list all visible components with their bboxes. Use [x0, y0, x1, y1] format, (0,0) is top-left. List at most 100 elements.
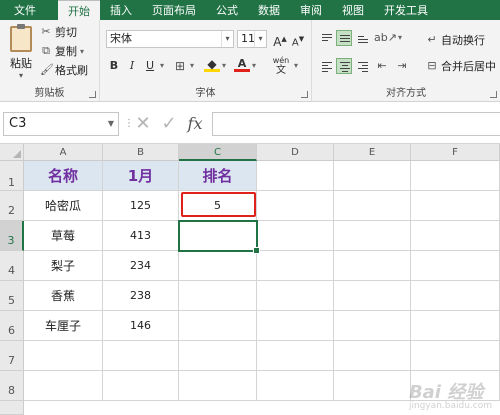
table-cell-january[interactable]: 234 — [103, 251, 179, 281]
enter-icon[interactable]: ✓ — [158, 112, 180, 136]
empty-cell[interactable] — [411, 311, 500, 341]
row-header-4[interactable]: 4 — [0, 251, 24, 281]
select-all-button[interactable] — [0, 144, 24, 161]
align-top-button[interactable] — [318, 30, 334, 46]
copy-button[interactable]: ⧉ 复制 ▾ — [40, 43, 84, 59]
empty-cell[interactable] — [411, 251, 500, 281]
table-cell-name[interactable]: 梨子 — [24, 251, 103, 281]
empty-cell[interactable] — [334, 161, 411, 191]
empty-cell[interactable] — [24, 341, 103, 371]
table-cell-rank[interactable] — [179, 281, 257, 311]
clipboard-launcher-icon[interactable] — [89, 91, 96, 98]
column-header-d[interactable]: D — [257, 144, 334, 161]
table-cell-name[interactable]: 草莓 — [24, 221, 103, 251]
tab-formulas[interactable]: 公式 — [206, 0, 248, 20]
font-launcher-icon[interactable] — [301, 91, 308, 98]
tab-file[interactable]: 文件 — [0, 0, 50, 20]
column-header-b[interactable]: B — [103, 144, 179, 161]
empty-cell[interactable] — [257, 371, 334, 401]
alignment-launcher-icon[interactable] — [490, 91, 497, 98]
tab-insert[interactable]: 插入 — [100, 0, 142, 20]
borders-icon[interactable]: ⊞ — [172, 58, 188, 74]
orientation-icon[interactable]: ab↗ — [374, 30, 397, 46]
grow-font-button[interactable]: A▲ — [272, 31, 288, 49]
empty-cell[interactable] — [334, 311, 411, 341]
empty-cell[interactable] — [334, 371, 411, 401]
tab-home[interactable]: 开始 — [58, 0, 100, 20]
align-center-button[interactable] — [336, 58, 352, 74]
row-header-2[interactable]: 2 — [0, 191, 24, 221]
header-cell-name[interactable]: 名称 — [24, 161, 103, 191]
font-size-select[interactable]: 11 ▾ — [237, 30, 267, 48]
table-cell-name[interactable]: 哈密瓜 — [24, 191, 103, 221]
format-painter-button[interactable]: 🖌 格式刷 — [40, 62, 88, 78]
table-cell-name[interactable]: 车厘子 — [24, 311, 103, 341]
row-header-3[interactable]: 3 — [0, 221, 24, 251]
column-header-e[interactable]: E — [334, 144, 411, 161]
bold-button[interactable]: B — [106, 58, 122, 74]
empty-cell[interactable] — [334, 191, 411, 221]
tab-view[interactable]: 视图 — [332, 0, 374, 20]
phonetic-button[interactable]: wén 文 — [270, 56, 292, 76]
empty-cell[interactable] — [411, 161, 500, 191]
header-cell-january[interactable]: 1月 — [103, 161, 179, 191]
fill-color-dropdown-icon[interactable]: ▾ — [220, 58, 228, 74]
row-header-1[interactable]: 1 — [0, 161, 24, 191]
formula-input[interactable] — [212, 112, 500, 136]
column-header-a[interactable]: A — [24, 144, 103, 161]
column-header-c[interactable]: C — [179, 144, 257, 161]
empty-cell[interactable] — [257, 251, 334, 281]
empty-cell[interactable] — [334, 281, 411, 311]
insert-function-button[interactable]: fx — [184, 112, 206, 136]
table-cell-january[interactable]: 125 — [103, 191, 179, 221]
table-cell-rank[interactable] — [179, 251, 257, 281]
row-header-7[interactable]: 7 — [0, 341, 24, 371]
tab-developer[interactable]: 开发工具 — [374, 0, 438, 20]
empty-cell[interactable] — [257, 341, 334, 371]
empty-cell[interactable] — [257, 311, 334, 341]
italic-button[interactable]: I — [124, 58, 140, 74]
font-name-select[interactable]: 宋体 ▾ — [106, 30, 234, 48]
row-header-6[interactable]: 6 — [0, 311, 24, 341]
table-cell-january[interactable]: 413 — [103, 221, 179, 251]
fill-color-icon[interactable]: ◆ — [204, 56, 220, 72]
tab-review[interactable]: 审阅 — [290, 0, 332, 20]
empty-cell[interactable] — [411, 341, 500, 371]
name-box[interactable]: C3 ▼ — [3, 112, 119, 136]
merge-center-button[interactable]: ⊟ 合并后居中 — [426, 58, 496, 74]
decrease-indent-icon[interactable]: ⇤ — [374, 58, 390, 74]
empty-cell[interactable] — [257, 191, 334, 221]
empty-cell[interactable] — [257, 221, 334, 251]
font-color-button[interactable]: A — [234, 56, 250, 72]
underline-button[interactable]: U — [142, 58, 158, 74]
align-right-button[interactable] — [354, 58, 370, 74]
paste-button[interactable]: 粘贴 ▾ — [6, 24, 36, 82]
empty-cell[interactable] — [334, 221, 411, 251]
empty-cell[interactable] — [24, 371, 103, 401]
orientation-dropdown-icon[interactable]: ▾ — [396, 30, 404, 46]
tab-data[interactable]: 数据 — [248, 0, 290, 20]
tab-page-layout[interactable]: 页面布局 — [142, 0, 206, 20]
table-cell-name[interactable]: 香蕉 — [24, 281, 103, 311]
header-cell-rank[interactable]: 排名 — [179, 161, 257, 191]
empty-cell[interactable] — [103, 371, 179, 401]
cancel-icon[interactable]: ✕ — [132, 112, 154, 136]
table-cell-rank[interactable] — [179, 311, 257, 341]
table-cell-january[interactable]: 146 — [103, 311, 179, 341]
empty-cell[interactable] — [179, 341, 257, 371]
align-left-button[interactable] — [318, 58, 334, 74]
empty-cell[interactable] — [257, 161, 334, 191]
empty-cell[interactable] — [179, 371, 257, 401]
empty-cell[interactable] — [411, 191, 500, 221]
font-color-dropdown-icon[interactable]: ▾ — [250, 58, 258, 74]
row-header-8[interactable]: 8 — [0, 371, 24, 401]
empty-cell[interactable] — [334, 341, 411, 371]
row-header-5[interactable]: 5 — [0, 281, 24, 311]
table-cell-january[interactable]: 238 — [103, 281, 179, 311]
wrap-text-button[interactable]: ↵ 自动换行 — [426, 32, 485, 48]
empty-cell[interactable] — [103, 341, 179, 371]
empty-cell[interactable] — [411, 221, 500, 251]
phonetic-dropdown-icon[interactable]: ▾ — [292, 58, 300, 74]
align-bottom-button[interactable] — [354, 30, 370, 46]
shrink-font-button[interactable]: A▼ — [290, 31, 306, 48]
